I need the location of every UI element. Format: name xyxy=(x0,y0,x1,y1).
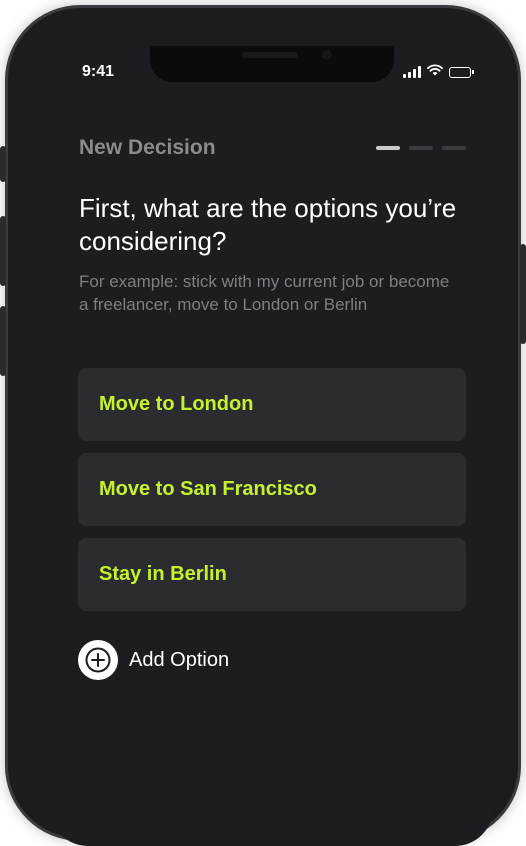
option-item[interactable]: Stay in Berlin xyxy=(78,538,466,611)
question-title: First, what are the options you’re consi… xyxy=(79,193,457,256)
add-option-label: Add Option xyxy=(129,648,230,671)
speaker-grille xyxy=(242,52,298,58)
progress-step-2 xyxy=(409,146,433,150)
page-title: New Decision xyxy=(79,136,216,159)
add-option-button[interactable]: Add Option xyxy=(78,640,229,680)
option-item[interactable]: Move to London xyxy=(78,368,466,441)
side-button-power xyxy=(520,244,526,344)
side-button-volume-down xyxy=(0,306,6,376)
question-hint: For example: stick with my current job o… xyxy=(79,272,450,314)
front-camera xyxy=(322,50,332,60)
option-item[interactable]: Move to San Francisco xyxy=(78,453,466,526)
side-button-silent xyxy=(0,146,6,182)
cellular-signal-icon xyxy=(403,66,421,78)
options-list: Move to London Move to San Francisco Sta… xyxy=(78,368,466,623)
status-time: 9:41 xyxy=(82,63,115,80)
progress-step-3 xyxy=(442,146,466,150)
phone-frame: 9:41 New Decision First, what are the op… xyxy=(0,8,526,846)
status-icons xyxy=(403,63,474,81)
side-button-volume-up xyxy=(0,216,6,286)
app-screen: 9:41 New Decision First, what are the op… xyxy=(50,46,493,846)
notch xyxy=(150,46,394,82)
plus-circle-icon[interactable] xyxy=(78,640,118,680)
progress-step-1 xyxy=(376,146,400,150)
step-progress-indicator xyxy=(376,146,466,150)
wifi-icon xyxy=(427,63,443,81)
battery-icon xyxy=(449,66,474,78)
